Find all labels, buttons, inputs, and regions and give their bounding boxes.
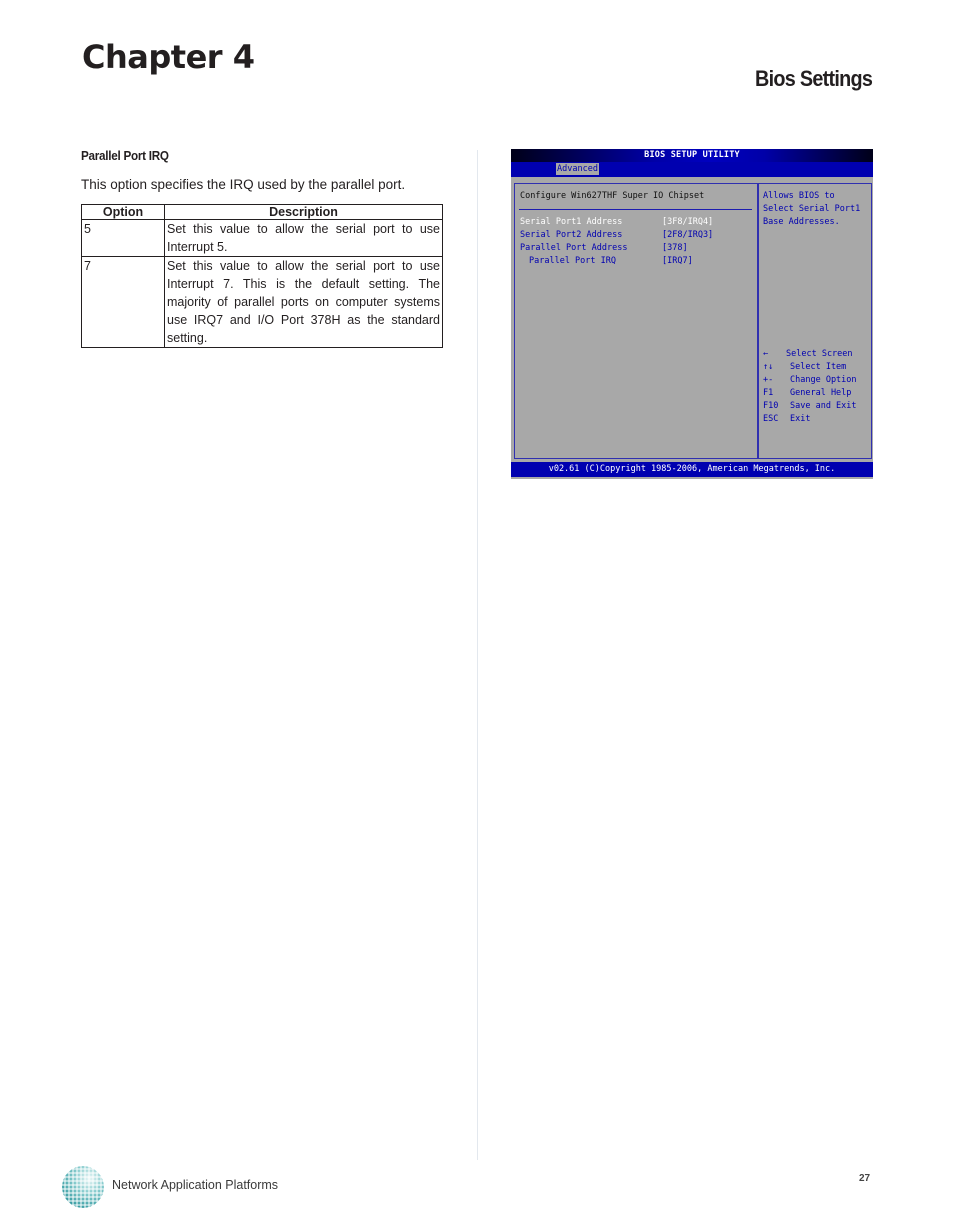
setting-label: Parallel Port IRQ [529,256,616,266]
setting-value: [IRQ7] [662,256,693,266]
key-action: General Help [790,388,852,398]
key-action: Select Item [790,362,847,372]
description-cell: Set this value to allow the serial port … [164,219,443,257]
bios-setting-serial-port1[interactable]: Serial Port1 Address [3F8/IRQ4] [520,217,713,227]
bios-menu-bar: Advanced [511,162,873,177]
section-title: Bios Settings [754,66,873,91]
f10-key: F10 [763,401,779,411]
globe-dots-icon [62,1166,104,1208]
bios-tab-advanced[interactable]: Advanced [556,163,599,175]
intro-paragraph: This option specifies the IRQ used by th… [81,177,406,192]
subheading: Parallel Port IRQ [81,148,169,163]
key-action: Change Option [790,375,857,385]
key-action: Save and Exit [790,401,857,411]
table-row: 5 Set this value to allow the serial por… [81,219,443,257]
footer-brand-text: Network Application Platforms [112,1178,279,1192]
key-action: Exit [790,414,811,424]
setting-label: Parallel Port Address [520,243,628,253]
option-cell: 7 [81,256,165,348]
description-cell: Set this value to allow the serial port … [164,256,443,348]
column-header-option: Option [81,204,165,220]
column-divider [477,150,478,1160]
bios-setting-parallel-port-irq[interactable]: Parallel Port IRQ [IRQ7] [520,256,693,266]
option-cell: 5 [81,219,165,257]
key-action: Select Screen [786,349,853,359]
setting-label: Serial Port1 Address [520,217,623,227]
chapter-title: Chapter 4 [82,38,255,76]
setting-label: Serial Port2 Address [520,230,623,240]
setting-value: [378] [662,243,688,253]
bios-title-bar: BIOS SETUP UTILITY [511,149,873,162]
options-table: Option Description 5 Set this value to a… [81,204,443,348]
f1-key: F1 [763,388,774,398]
bios-setting-serial-port2[interactable]: Serial Port2 Address [2F8/IRQ3] [520,230,713,240]
page-number: 27 [859,1173,871,1184]
esc-key: ESC [763,414,779,424]
bios-screenshot: BIOS SETUP UTILITY Advanced Configure Wi… [511,149,873,479]
bios-setting-parallel-port-address[interactable]: Parallel Port Address [378] [520,243,688,253]
plus-minus-key: +- [763,375,774,385]
column-header-description: Description [164,204,443,220]
up-down-arrows-icon: ↑↓ [763,362,774,372]
setting-value: [3F8/IRQ4] [662,217,714,227]
bios-help-text: Allows BIOS to Select Serial Port1 Base … [763,191,861,227]
bios-footer: v02.61 (C)Copyright 1985-2006, American … [511,462,873,477]
setting-value: [2F8/IRQ3] [662,230,714,240]
table-header-row: Option Description [81,204,443,220]
bios-panel-heading: Configure Win627THF Super IO Chipset [520,191,705,201]
bios-help-panel: Allows BIOS to Select Serial Port1 Base … [758,183,872,459]
table-row: 7 Set this value to allow the serial por… [81,256,443,348]
bios-settings-panel: Configure Win627THF Super IO Chipset Ser… [514,183,758,459]
bios-divider [519,209,752,210]
left-arrow-icon: ← [763,349,769,359]
